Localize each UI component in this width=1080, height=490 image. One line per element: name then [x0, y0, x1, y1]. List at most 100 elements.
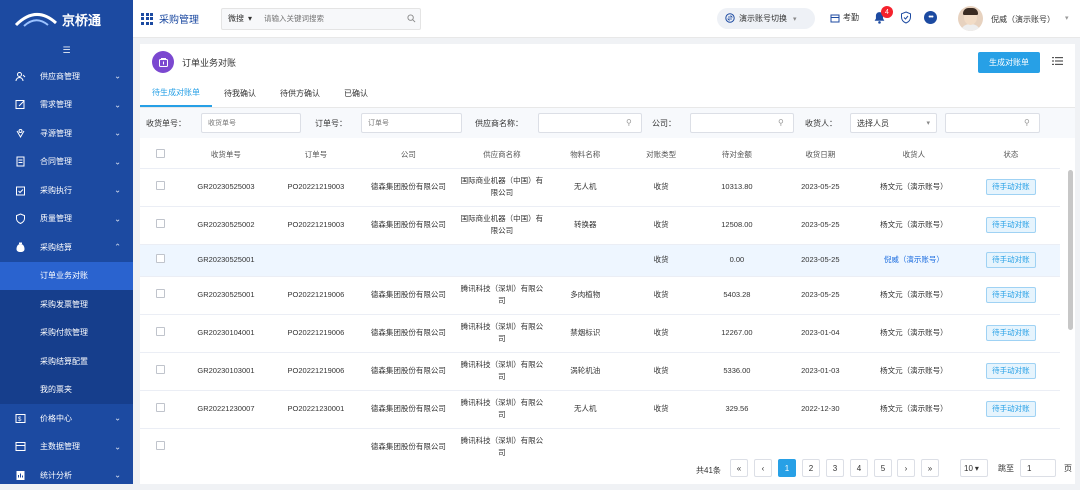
- status-badge[interactable]: 待手动对账: [986, 401, 1036, 417]
- page-button[interactable]: 1: [778, 459, 796, 477]
- sidebar-item-supplier[interactable]: 供应商管理 ⌄: [0, 62, 133, 91]
- row-checkbox[interactable]: [155, 253, 165, 263]
- sidebar-subitem[interactable]: 采购结算配置: [0, 347, 133, 376]
- search-icon[interactable]: [402, 14, 420, 23]
- logo[interactable]: 京桥通: [0, 0, 133, 38]
- shield-icon[interactable]: [900, 11, 912, 26]
- cell-company: [360, 244, 457, 277]
- chevron-down-icon[interactable]: ▾: [1065, 14, 1069, 22]
- cell-material: 转换器: [547, 206, 624, 245]
- sidebar-item-settlement[interactable]: 采购结算 ⌃: [0, 233, 133, 262]
- next-page-icon[interactable]: ›: [897, 459, 915, 477]
- page-button[interactable]: 5: [874, 459, 892, 477]
- vertical-scrollbar[interactable]: [1068, 170, 1074, 450]
- page-button[interactable]: 2: [802, 459, 820, 477]
- page-button[interactable]: 4: [850, 459, 868, 477]
- table-row[interactable]: GR20230104001 PO20221219006 德森集团股份有限公司 腾讯科技…: [140, 314, 1060, 353]
- table-row[interactable]: GR20230525002 PO20221219003 德森集团股份有限公司 国际商业…: [140, 206, 1060, 245]
- sidebar-item-masterdata[interactable]: 主数据管理 ⌄: [0, 433, 133, 462]
- attendance-label: 考勤: [843, 13, 859, 22]
- cell-amount: [699, 428, 775, 456]
- list-view-icon[interactable]: [1052, 56, 1063, 68]
- status-badge[interactable]: 待手动对账: [986, 217, 1036, 233]
- last-page-icon[interactable]: »: [921, 459, 939, 477]
- page-button[interactable]: 3: [826, 459, 844, 477]
- row-checkbox[interactable]: [155, 364, 165, 374]
- collapse-menu-icon[interactable]: ☰: [0, 38, 133, 62]
- receiver-select[interactable]: 选择人员 ▾: [850, 113, 937, 133]
- row-checkbox[interactable]: [155, 402, 165, 412]
- status-badge[interactable]: 待手动对账: [986, 179, 1036, 195]
- account-switch-button[interactable]: 演示账号切换 ▾: [717, 8, 815, 29]
- sidebar-item-source[interactable]: 寻源管理 ⌄: [0, 119, 133, 148]
- more-icon[interactable]: •••: [924, 11, 937, 24]
- generate-statement-button[interactable]: 生成对账单: [978, 52, 1040, 73]
- sidebar-item-edit[interactable]: 需求管理 ⌄: [0, 91, 133, 120]
- chevron-down-icon: ⌄: [114, 442, 121, 452]
- row-checkbox[interactable]: [155, 440, 165, 450]
- app-grid-icon[interactable]: [141, 12, 153, 25]
- row-checkbox[interactable]: [155, 288, 165, 298]
- cell-text: 2023-05-25: [801, 220, 840, 229]
- search-icon[interactable]: ⚲: [778, 118, 784, 127]
- row-checkbox[interactable]: [155, 326, 165, 336]
- sidebar-item-execution[interactable]: 采购执行 ⌄: [0, 176, 133, 205]
- status-badge[interactable]: 待手动对账: [986, 325, 1036, 341]
- order-no-input[interactable]: [361, 113, 462, 133]
- user-name[interactable]: 倪威（演示账号）: [991, 14, 1055, 25]
- table-row[interactable]: GR20230525001 PO20221219006 德森集团股份有限公司 腾讯科技…: [140, 276, 1060, 315]
- order-no-label: 订单号：: [315, 119, 347, 128]
- tab-2[interactable]: 待供方确认: [268, 79, 332, 107]
- sidebar-item-stats[interactable]: 统计分析 ⌄: [0, 461, 133, 490]
- cell-text: 涡轮机油: [570, 366, 601, 375]
- table-row[interactable]: 德森集团股份有限公司 腾讯科技（深圳）有限公司: [140, 428, 1060, 456]
- search-input[interactable]: [258, 14, 402, 23]
- sidebar-subitem[interactable]: 采购发票管理: [0, 290, 133, 319]
- receiver-select-value: 选择人员: [857, 118, 889, 128]
- row-checkbox[interactable]: [155, 218, 165, 228]
- cell-text: PO20221219003: [287, 182, 345, 191]
- sidebar-item-contract[interactable]: 合同管理 ⌄: [0, 148, 133, 177]
- main-panel: 订单业务对账 生成对账单 待生成对账单待我确认待供方确认已确认 收货单号： 订单…: [140, 44, 1075, 484]
- tab-0[interactable]: 待生成对账单: [140, 79, 212, 107]
- first-page-icon[interactable]: «: [730, 459, 748, 477]
- attendance-button[interactable]: 考勤: [830, 12, 859, 23]
- cell-type: 收货: [623, 168, 700, 207]
- cell-receipt: GR20230525003: [180, 168, 272, 207]
- table-row[interactable]: GR20230103001 PO20221219006 德森集团股份有限公司 腾讯科技…: [140, 352, 1060, 391]
- sidebar-item-quality[interactable]: 质量管理 ⌄: [0, 205, 133, 234]
- page-size-select[interactable]: 10 ▾: [960, 459, 988, 477]
- row-checkbox[interactable]: [155, 180, 165, 190]
- cell-text: 无人机: [574, 182, 597, 191]
- status-badge[interactable]: 待手动对账: [986, 363, 1036, 379]
- search-icon[interactable]: ⚲: [1024, 118, 1030, 127]
- prev-page-icon[interactable]: ‹: [754, 459, 772, 477]
- cell-receiver: 杨文元（演示账号）: [865, 390, 962, 429]
- cell-receiver: 杨文元（演示账号）: [865, 276, 962, 315]
- select-all-checkbox[interactable]: [155, 149, 165, 159]
- jump-page-input[interactable]: 1: [1020, 459, 1056, 477]
- sidebar-subitem[interactable]: 订单业务对账: [0, 261, 133, 290]
- cell-type: [623, 428, 700, 456]
- search-scope-select[interactable]: 微搜 ▾: [222, 13, 258, 24]
- cell-receiver: 杨文元（演示账号）: [865, 168, 962, 207]
- status-badge[interactable]: 待手动对账: [986, 287, 1036, 303]
- tab-3[interactable]: 已确认: [332, 79, 380, 107]
- cell-text: 2023-05-25: [801, 255, 840, 264]
- table-row[interactable]: GR20230525001 收货 0.00 2023-05-25 倪威（演示账号） 待手动…: [140, 244, 1060, 277]
- chevron-down-icon: ⌄: [114, 100, 121, 110]
- avatar[interactable]: [958, 6, 983, 31]
- table-row[interactable]: GR20230525003 PO20221219003 德森集团股份有限公司 国际商业…: [140, 168, 1060, 207]
- search-icon[interactable]: ⚲: [626, 118, 632, 127]
- sidebar-item-price[interactable]: $ 价格中心 ⌄: [0, 404, 133, 433]
- tab-1[interactable]: 待我确认: [212, 79, 268, 107]
- scrollbar-thumb[interactable]: [1068, 170, 1073, 330]
- contract-icon: [14, 156, 26, 168]
- sidebar-subitem[interactable]: 采购付款管理: [0, 318, 133, 347]
- cell-material: [547, 244, 624, 277]
- table-row[interactable]: GR20221230007 PO20221230001 德森集团股份有限公司 腾讯科技…: [140, 390, 1060, 429]
- price-icon: $: [14, 412, 26, 424]
- status-badge[interactable]: 待手动对账: [986, 252, 1036, 268]
- sidebar-subitem[interactable]: 我的票夹: [0, 375, 133, 404]
- receipt-no-input[interactable]: [201, 113, 301, 133]
